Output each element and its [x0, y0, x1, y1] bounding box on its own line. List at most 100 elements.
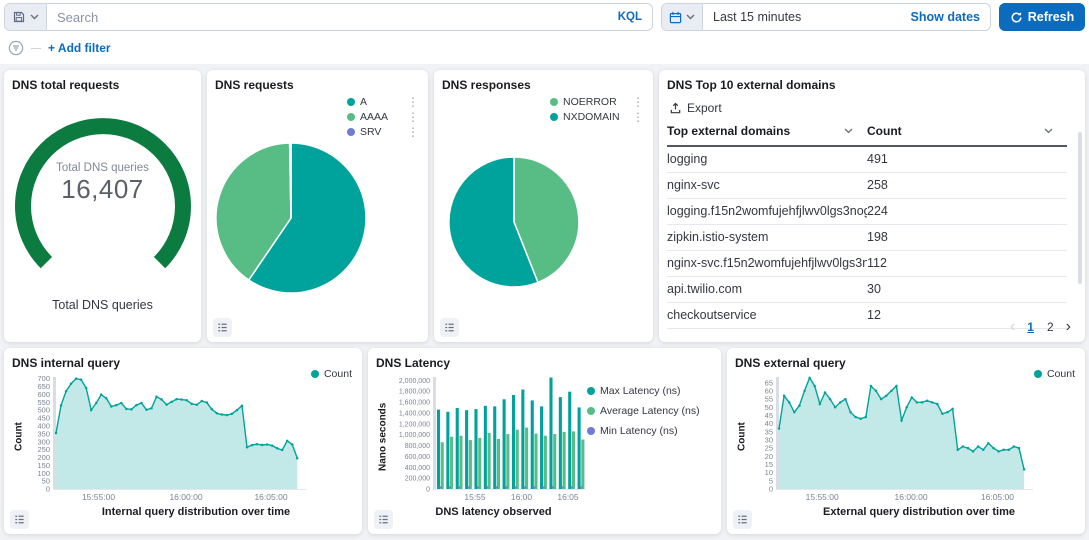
svg-text:16:05:00: 16:05:00 [981, 492, 1014, 502]
page-button-2[interactable]: 2 [1042, 318, 1059, 336]
legend-label: Max Latency (ns) [600, 385, 681, 397]
legend-options-icon[interactable]: ⋮ [632, 111, 644, 123]
legend-item[interactable]: NXDOMAIN⋮ [550, 111, 644, 123]
domain-cell: nginx-svc [667, 178, 867, 192]
svg-text:200,000: 200,000 [405, 476, 430, 483]
legend-options-icon[interactable]: ⋮ [407, 111, 419, 123]
time-range-label[interactable]: Last 15 minutes [703, 10, 901, 24]
legend-options-icon[interactable]: ⋮ [407, 126, 419, 138]
legend-toggle-button[interactable] [440, 318, 459, 337]
svg-text:40: 40 [765, 419, 773, 428]
table-row: logging491 [667, 147, 1067, 173]
legend-dot-icon [347, 98, 355, 106]
external-query-area-chart[interactable]: 0510152025303540455055606515:55:0016:00:… [749, 371, 1077, 503]
latency-legend: Max Latency (ns) Average Latency (ns) Min … [587, 371, 713, 503]
list-legend-icon [736, 513, 749, 526]
date-picker: Last 15 minutes Show dates [661, 3, 991, 31]
refresh-label: Refresh [1028, 10, 1075, 24]
filter-divider [31, 48, 41, 49]
svg-text:500: 500 [37, 406, 50, 415]
page-button-1[interactable]: 1 [1022, 318, 1039, 336]
legend-item[interactable]: Count [1034, 368, 1075, 380]
refresh-button[interactable]: Refresh [999, 3, 1085, 31]
svg-text:150: 150 [37, 461, 50, 470]
domain-cell: checkoutservice [667, 308, 867, 322]
add-filter-button[interactable]: + Add filter [48, 41, 111, 55]
svg-text:55: 55 [765, 395, 773, 404]
legend-toggle-button[interactable] [374, 510, 393, 529]
column-header-domains[interactable]: Top external domains [667, 124, 867, 138]
legend-label: Count [324, 368, 352, 380]
svg-text:400,000: 400,000 [405, 465, 430, 472]
requests-pie-chart[interactable] [215, 142, 367, 294]
show-dates-button[interactable]: Show dates [901, 10, 990, 24]
domain-cell: nginx-svc.f15n2womfujehfjlwv0lgs3no... [667, 256, 867, 270]
column-header-count[interactable]: Count [867, 124, 1067, 138]
legend-dot-icon [347, 113, 355, 121]
svg-text:0: 0 [46, 485, 50, 494]
export-label: Export [687, 101, 722, 115]
svg-text:250: 250 [37, 445, 50, 454]
legend-options-icon[interactable]: ⋮ [407, 96, 419, 108]
legend-item[interactable]: A⋮ [347, 96, 419, 108]
kql-button[interactable]: KQL [608, 11, 652, 23]
saved-query-button[interactable] [5, 4, 47, 30]
legend-dot-icon [550, 98, 558, 106]
legend-options-icon[interactable]: ⋮ [632, 96, 644, 108]
panel-title: DNS Top 10 external domains [667, 78, 1077, 92]
panel-dns-external-query: DNS external query Count Count 051015202… [727, 348, 1085, 534]
search-input[interactable] [47, 10, 608, 25]
chevron-down-icon [844, 128, 853, 134]
gauge-center-text: Total DNS queries 16,407 [4, 162, 201, 205]
svg-text:700: 700 [37, 374, 50, 383]
legend-toggle-button[interactable] [10, 510, 29, 529]
top-bar: KQL Last 15 minutes Show dates Refresh [0, 0, 1089, 34]
legend-item[interactable]: Average Latency (ns) [587, 405, 713, 417]
legend-item[interactable]: NOERROR ⋮ [550, 96, 644, 108]
svg-text:600,000: 600,000 [405, 454, 430, 461]
latency-bar-chart[interactable]: 0200,000400,000600,000800,0001,000,0001,… [390, 371, 587, 503]
panel-title: DNS total requests [12, 78, 193, 92]
panel-title: DNS internal query [12, 356, 354, 370]
table-row: nginx-svc258 [667, 173, 1067, 199]
legend-dot-icon [1034, 370, 1042, 378]
list-legend-icon [216, 321, 229, 334]
internal-query-area-chart[interactable]: 0501001502002503003504004505005506006507… [26, 371, 352, 503]
legend-label: Min Latency (ns) [600, 425, 678, 437]
gauge-label: Total DNS queries [4, 162, 201, 174]
responses-pie-chart[interactable] [448, 156, 580, 288]
list-legend-icon [377, 513, 390, 526]
table-row: nginx-svc.f15n2womfujehfjlwv0lgs3no...11… [667, 251, 1067, 277]
svg-text:1,200,000: 1,200,000 [399, 421, 430, 428]
refresh-icon [1010, 11, 1023, 24]
chevron-down-icon [30, 14, 39, 20]
count-cell: 30 [867, 282, 1067, 296]
column-label: Top external domains [667, 124, 790, 138]
legend-item[interactable]: AAAA⋮ [347, 111, 419, 123]
date-picker-button[interactable] [662, 4, 703, 30]
svg-text:600: 600 [37, 390, 50, 399]
filter-bar: + Add filter [0, 34, 1089, 64]
legend-item[interactable]: Count [311, 368, 352, 380]
export-button[interactable]: Export [669, 101, 722, 115]
legend-item[interactable]: Min Latency (ns) [587, 425, 713, 437]
chevron-right-icon[interactable]: › [1062, 319, 1075, 335]
chevron-left-icon[interactable]: ‹ [1006, 319, 1019, 335]
export-icon [669, 102, 682, 115]
legend-toggle-button[interactable] [213, 318, 232, 337]
domain-cell: logging.f15n2womfujehfjlwv0lgs3nog.... [667, 204, 867, 218]
legend-item[interactable]: SRV⋮ [347, 126, 419, 138]
dashboard: DNS total requests Total DNS queries 16,… [0, 64, 1089, 540]
panel-title: DNS responses [442, 78, 645, 92]
svg-text:1,400,000: 1,400,000 [399, 410, 430, 417]
table-scrollbar[interactable] [1078, 132, 1082, 284]
legend-item[interactable]: Max Latency (ns) [587, 385, 713, 397]
svg-text:10: 10 [765, 468, 773, 477]
legend-toggle-button[interactable] [733, 510, 752, 529]
svg-text:15: 15 [765, 460, 773, 469]
svg-text:15:55: 15:55 [464, 492, 486, 502]
table-body: logging491nginx-svc258logging.f15n2womfu… [667, 147, 1077, 329]
table-row: logging.f15n2womfujehfjlwv0lgs3nog....22… [667, 199, 1067, 225]
filter-icon[interactable] [8, 40, 24, 56]
legend-label: NOERROR [563, 96, 617, 108]
